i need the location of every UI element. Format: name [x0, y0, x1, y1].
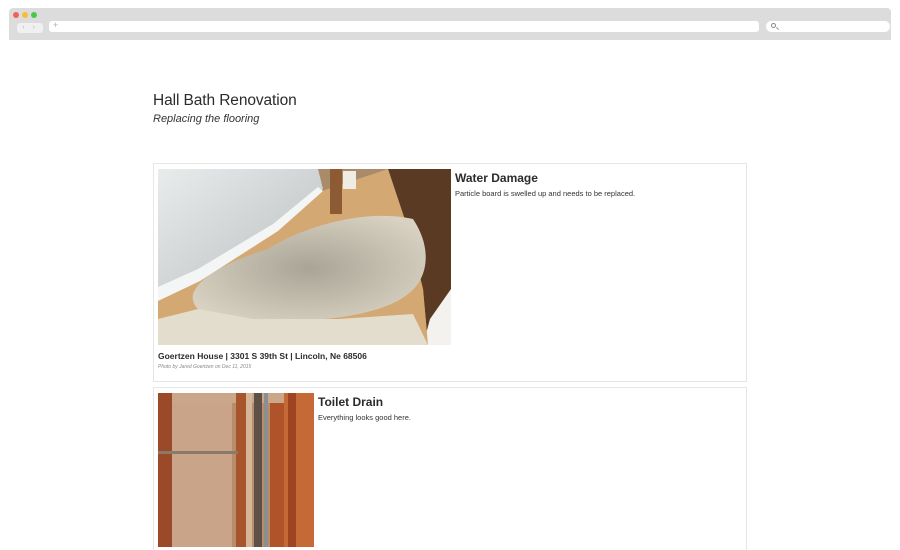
maximize-window-button[interactable]	[31, 12, 37, 18]
entry-title: Toilet Drain	[318, 395, 384, 409]
entry-title: Water Damage	[455, 171, 538, 185]
toilet-drain-photo-illustration	[158, 393, 314, 547]
water-damage-photo-illustration	[158, 169, 451, 345]
browser-search-field[interactable]	[766, 21, 890, 32]
page-header: Hall Bath Renovation Replacing the floor…	[153, 92, 297, 125]
page-subtitle: Replacing the flooring	[153, 113, 260, 125]
entry-description: Everything looks good here.	[318, 413, 411, 422]
entry-description: Particle board is swelled up and needs t…	[455, 189, 636, 198]
search-icon	[771, 23, 776, 28]
address-bar[interactable]: +	[49, 20, 759, 32]
toilet-drain-photo[interactable]	[158, 393, 314, 547]
entry-card-water-damage: Water Damage Particle board is swelled u…	[153, 163, 747, 382]
close-window-button[interactable]	[13, 12, 19, 18]
back-forward-buttons[interactable]: ‹ ›	[17, 23, 43, 33]
entry-card-toilet-drain: Toilet Drain Everything looks good here.	[153, 387, 747, 550]
plus-icon: +	[53, 20, 59, 30]
page-title: Hall Bath Renovation	[153, 92, 297, 109]
water-damage-photo[interactable]	[158, 169, 451, 345]
minimize-window-button[interactable]	[22, 12, 28, 18]
entry-location: Goertzen House | 3301 S 39th St | Lincol…	[158, 351, 367, 361]
browser-chrome: ‹ › +	[9, 8, 891, 40]
photo-credit: Photo by Jared Goertzen on Dec 11, 2015	[158, 364, 252, 370]
